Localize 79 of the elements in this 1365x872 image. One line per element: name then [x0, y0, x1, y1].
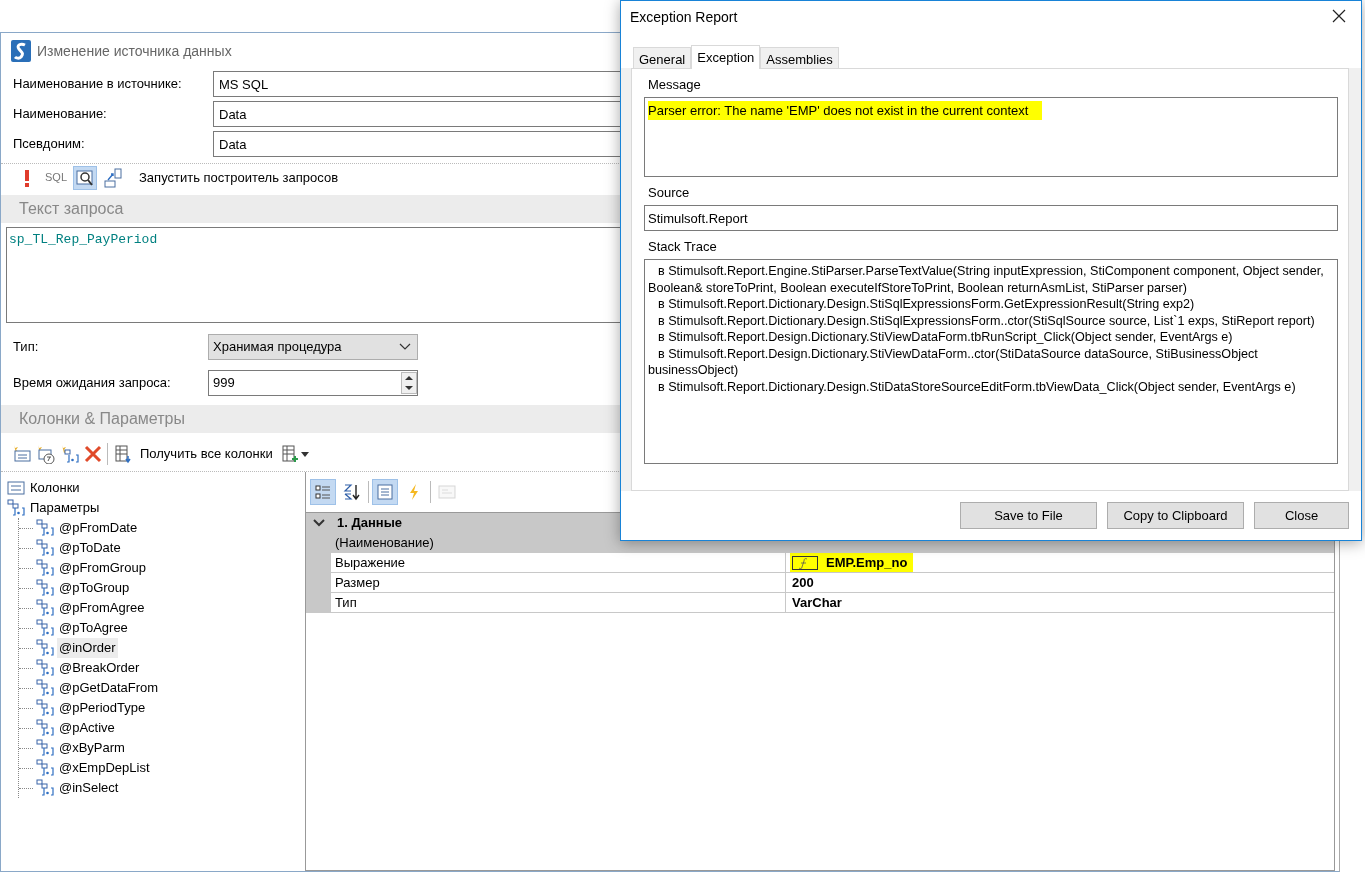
tree-item[interactable]: @inOrder [57, 638, 118, 658]
function-icon [792, 555, 818, 570]
property-value[interactable]: 200 [790, 572, 820, 593]
parameter-icon [36, 779, 54, 797]
tree-item[interactable]: @xByParm [57, 738, 127, 758]
table-add-icon [280, 444, 301, 464]
sql-button[interactable]: SQL [43, 165, 69, 190]
parameter-icon [36, 759, 54, 777]
parameter-icon [36, 599, 54, 617]
parameter-icon [36, 659, 54, 677]
parameter-icon [36, 699, 54, 717]
table-arrow-icon [114, 444, 134, 464]
tree-item[interactable]: @BreakOrder [57, 658, 142, 678]
tree-item[interactable]: @pPeriodType [57, 698, 148, 718]
delete-icon[interactable] [83, 444, 103, 464]
parameter-icon [36, 679, 54, 697]
row-gutter [306, 593, 331, 613]
parameter-icon [36, 579, 54, 597]
close-icon [1332, 9, 1346, 23]
parameter-icon [36, 519, 54, 537]
tab[interactable]: Assemblies [760, 47, 839, 68]
stack-trace-line: в Stimulsoft.Report.Dictionary.Design.StiSqlExpressionsForm.GetExpressionResult(String exp2) [657, 296, 1196, 313]
stack-trace-line: в Stimulsoft.Report.Dictionary.Design.StiDataStoreSourceEditForm.tbViewData_Click(Object sender, EventArgs e) [657, 378, 1297, 395]
chevron-down-icon [399, 343, 411, 351]
tree-item[interactable]: @inSelect [57, 778, 121, 798]
tree-item[interactable]: @pToDate [57, 538, 123, 558]
chevron-down-icon[interactable] [312, 519, 325, 527]
tree-item[interactable]: @pGetDataFrom [57, 678, 161, 698]
field-label: Тип: [12, 338, 40, 357]
run-builder-link[interactable]: Запустить построитель запросов [139, 167, 339, 188]
field-label: Stack Trace [647, 237, 718, 256]
spin-arrows-icon[interactable] [401, 372, 417, 394]
property-value[interactable]: VarChar [790, 592, 848, 613]
tree-item[interactable]: @pFromDate [57, 518, 140, 538]
field-label: Наименование в источнике: [12, 75, 183, 94]
parameter-icon [36, 739, 54, 757]
property-name[interactable]: Размер [331, 573, 786, 593]
app-logo-icon [11, 40, 31, 62]
parameter-icon [7, 499, 25, 517]
field-label: Наименование: [12, 105, 108, 124]
tree-item[interactable]: @pToAgree [57, 618, 130, 638]
tree-item[interactable]: @pActive [57, 718, 117, 738]
parameter-icon [36, 639, 54, 657]
parameter-icon [36, 719, 54, 737]
stack-trace-line: в Stimulsoft.Report.Engine.StiParser.ParseTextValue(String inputExpression, StiComponent component, Object sender, Boolean& storeToPrint, Boolean executeIfStoreToPrint, Boolean returnAsmList, StiParser parser) [648, 263, 1325, 296]
parameter-icon [36, 619, 54, 637]
retrieve-columns-button[interactable]: Получить все колонки [112, 442, 275, 466]
parameter-icon [36, 559, 54, 577]
field-label: Время ожидания запроса: [12, 374, 172, 393]
stack-trace-line: в Stimulsoft.Report.Design.Dictionary.StiViewDataForm.tbRunScript_Click(Object sender, EventArgs e) [657, 329, 1234, 346]
type-dropdown[interactable]: Хранимая процедура [208, 334, 418, 360]
stack-trace-line: в Stimulsoft.Report.Design.Dictionary.StiViewDataForm..ctor(StiDataSource dataSource, StiBusinessObject businessObject) [648, 345, 1259, 379]
window-title: Изменение источника данных [37, 41, 232, 61]
dialog-title: Exception Report [630, 8, 738, 27]
property-value[interactable]: EMP.Emp_no [790, 552, 914, 573]
property-name[interactable]: Выражение [331, 553, 786, 573]
calc-column-icon[interactable] [35, 444, 55, 464]
tree-item[interactable]: @pFromGroup [57, 558, 148, 578]
tree-item[interactable]: @pToGroup [57, 578, 132, 598]
caret-icon [300, 451, 309, 457]
field-label: Message [647, 75, 702, 94]
property-name[interactable]: Тип [331, 593, 786, 613]
stack-trace-line: в Stimulsoft.Report.Dictionary.Design.StiSqlExpressionsForm..ctor(StiSqlSource source, List`1 exps, StiReport report) [657, 312, 1316, 329]
tab[interactable]: General [633, 47, 692, 68]
tree-item[interactable]: @xEmpDepList [57, 758, 152, 778]
dialog-button[interactable]: Save to File [960, 502, 1097, 529]
columns-icon [7, 481, 25, 495]
tree-item[interactable]: @pFromAgree [57, 598, 147, 618]
tree-item[interactable]: Параметры [28, 498, 102, 518]
exclamation-icon[interactable] [24, 168, 30, 187]
message-text: Parser error: The name 'EMP' does not exist in the current context [648, 101, 1043, 120]
tree-item[interactable]: Колонки [28, 478, 82, 498]
tab[interactable]: Exception [691, 45, 761, 69]
dialog-button[interactable]: Close [1254, 502, 1349, 529]
parameter-icon [36, 539, 54, 557]
field-label: Псевдоним: [12, 135, 86, 154]
dialog-button[interactable]: Copy to Clipboard [1107, 502, 1244, 529]
source-field[interactable]: Stimulsoft.Report [644, 205, 1338, 231]
category-title: 1. Данные [336, 514, 402, 533]
